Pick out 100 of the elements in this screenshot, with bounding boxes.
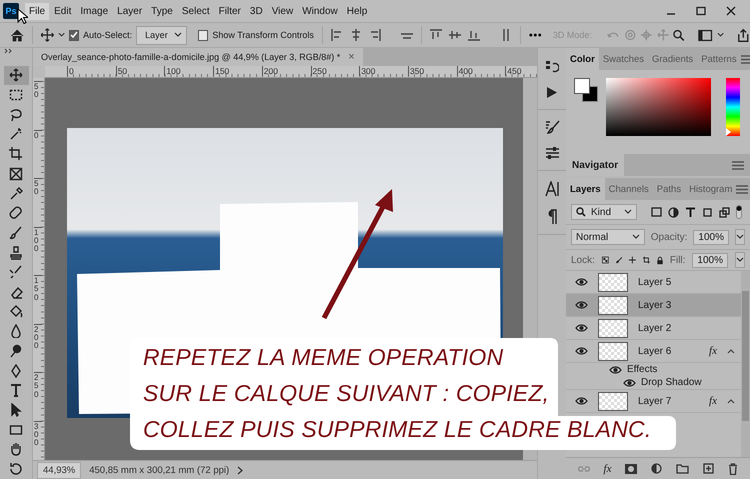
ruler-label: 350 [408, 66, 424, 76]
home-icon[interactable] [10, 28, 24, 42]
zoom-field[interactable]: 44,93% [37, 462, 82, 478]
panel-menu-icon[interactable] [732, 160, 744, 170]
color-field[interactable] [606, 78, 711, 136]
maximize-icon[interactable] [696, 6, 706, 16]
panel-tab[interactable]: Color [566, 48, 599, 70]
adjustment-filter-icon[interactable] [668, 206, 679, 218]
align-right-icon[interactable] [368, 29, 381, 41]
paragraph-icon[interactable] [547, 209, 557, 224]
tool-button[interactable] [4, 66, 28, 86]
adjustment-icon[interactable] [651, 463, 662, 474]
panel-menu-icon[interactable] [740, 54, 750, 64]
align-bottom-icon[interactable] [468, 29, 480, 41]
play-icon[interactable] [546, 86, 558, 99]
folder-icon[interactable] [676, 464, 690, 474]
new-layer-icon[interactable] [703, 463, 714, 474]
checkbox-label[interactable]: Auto-Select: [83, 30, 132, 40]
lasso-icon [9, 108, 23, 122]
menu-item[interactable]: Filter [214, 2, 245, 20]
eye-icon[interactable] [574, 347, 588, 355]
menu-item[interactable]: 3D [246, 2, 267, 20]
history-icon[interactable] [545, 60, 559, 74]
menu-item[interactable]: View [268, 2, 298, 20]
layer-row[interactable]: Layer 3 [566, 294, 741, 317]
checkbox[interactable] [69, 30, 80, 40]
eye-icon[interactable] [622, 378, 636, 386]
adjustments-icon[interactable] [544, 146, 560, 160]
add-style-button[interactable]: fx [604, 462, 612, 474]
move-icon[interactable] [629, 255, 636, 265]
type-filter-icon[interactable] [685, 206, 696, 218]
eye-icon[interactable] [574, 397, 588, 405]
caret-icon [736, 257, 744, 263]
menu-item[interactable]: Image [76, 2, 112, 20]
move-icon[interactable] [41, 28, 54, 42]
caret-icon [174, 32, 182, 38]
chevron-icon[interactable] [727, 348, 735, 354]
trash-icon[interactable] [728, 462, 738, 474]
smart-object-filter-icon[interactable] [719, 206, 730, 218]
panel-tab[interactable]: Layers [566, 178, 605, 200]
lock-pixels-icon[interactable] [602, 255, 609, 265]
search-icon[interactable] [673, 28, 686, 42]
blend-mode-dropdown[interactable]: Normal [571, 229, 645, 245]
layer-row[interactable]: Layer 2 [566, 317, 741, 340]
layer-row[interactable]: Layer 7 fx [566, 390, 741, 413]
eye-icon[interactable] [574, 301, 588, 309]
checkbox-label[interactable]: Show Transform Controls [212, 30, 314, 40]
align-left-icon[interactable] [330, 29, 343, 41]
character-icon[interactable] [544, 181, 560, 197]
menu-item[interactable]: Window [298, 2, 342, 20]
ruler-label: 50 [34, 81, 42, 100]
eye-icon[interactable] [608, 366, 622, 374]
panel-tab[interactable]: Navigator [566, 154, 624, 176]
fill-field[interactable]: 100% [692, 252, 728, 268]
stamp-icon [9, 246, 23, 260]
checkbox[interactable] [198, 30, 208, 40]
align-middle-icon[interactable] [448, 29, 461, 41]
effect-name: Effects [627, 364, 658, 375]
menu-item[interactable]: Help [342, 2, 372, 20]
search-icon [576, 207, 586, 217]
ruler-label: 250 [34, 372, 42, 400]
lock-icon[interactable] [656, 254, 663, 266]
filter-dropdown[interactable]: Kind [571, 204, 637, 220]
eye-icon[interactable] [574, 278, 588, 286]
fill-dropdown[interactable] [735, 252, 745, 268]
menu-item[interactable]: Layer [113, 2, 146, 20]
color-swatches[interactable] [574, 78, 598, 102]
collapse-icon[interactable] [4, 48, 12, 54]
artboard-icon[interactable] [643, 255, 650, 265]
fill-label: Fill: [670, 254, 686, 266]
align-top-icon[interactable] [430, 29, 442, 41]
workspace-icon[interactable] [698, 28, 713, 42]
hue-slider[interactable] [726, 78, 740, 136]
close-button[interactable]: × [348, 51, 355, 63]
document-tab[interactable]: Overlay_seance-photo-famille-a-domicile.jpg @ 44,9% (Layer 3, RGB/8#) * × [33, 48, 363, 66]
close-icon[interactable] [726, 6, 736, 16]
menu-item[interactable]: Type [147, 2, 177, 20]
layer-row[interactable]: Layer 6 fx [566, 340, 741, 363]
eye-icon[interactable] [574, 324, 588, 332]
opacity-field[interactable]: 100% [693, 230, 729, 244]
menu-item[interactable]: Edit [50, 2, 76, 20]
opacity-dropdown[interactable] [735, 229, 745, 245]
more-icon[interactable] [528, 33, 542, 37]
toggle-icon[interactable] [736, 205, 742, 219]
menu-item[interactable]: File [25, 2, 50, 20]
pixel-filter-icon[interactable] [651, 207, 662, 217]
target-dropdown[interactable]: Layer [136, 26, 187, 44]
chevron-icon[interactable] [727, 398, 735, 404]
brush-icon[interactable] [616, 255, 622, 265]
menu-item[interactable]: Select [178, 2, 214, 20]
brush-settings-icon[interactable] [544, 120, 560, 134]
mask-icon[interactable] [625, 464, 638, 474]
panel-menu-icon[interactable] [736, 184, 748, 194]
chevron-icon[interactable] [237, 466, 244, 474]
shape-filter-icon[interactable] [702, 206, 713, 218]
layer-thumbnail [598, 296, 628, 314]
align-center-icon[interactable] [350, 29, 362, 41]
slider-thumb[interactable] [726, 128, 731, 136]
share-icon[interactable] [737, 28, 750, 42]
dodge-icon [9, 344, 23, 358]
